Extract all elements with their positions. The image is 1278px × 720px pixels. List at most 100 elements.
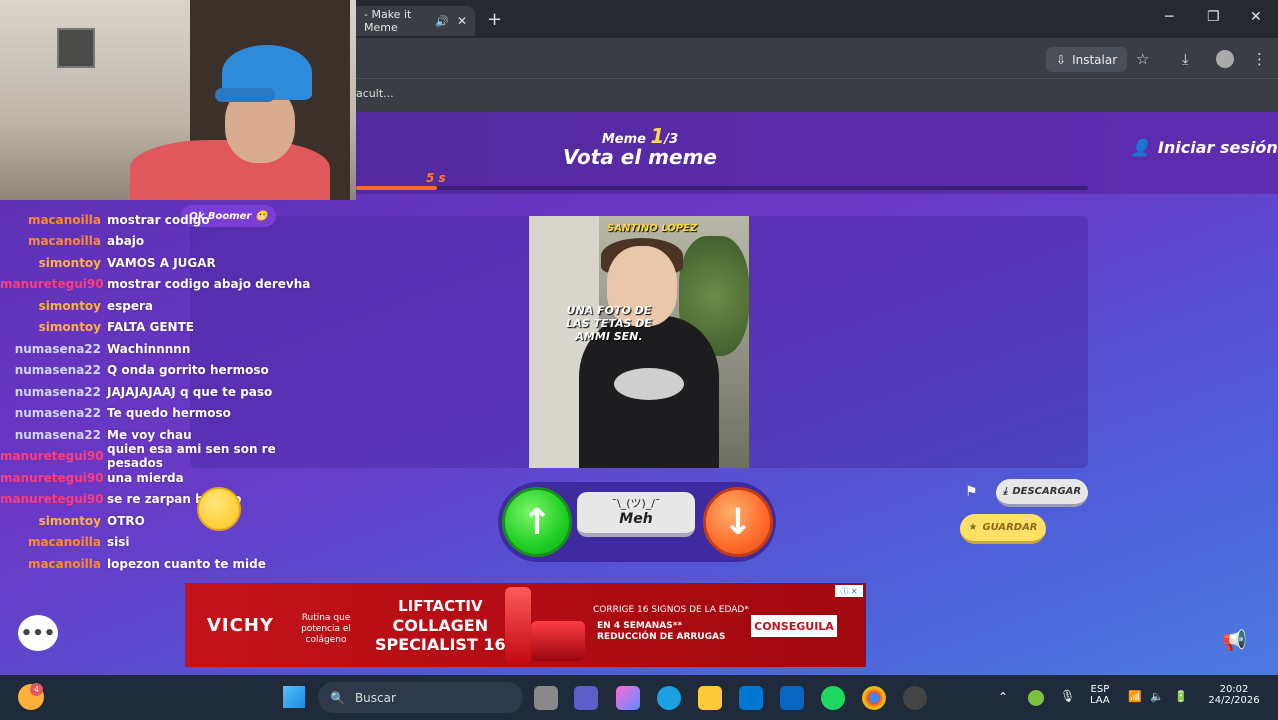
chat-line: simontoy VAMOS A JUGAR: [0, 252, 330, 274]
star-icon: ★: [968, 522, 978, 533]
chat-username: numasena22: [14, 384, 101, 399]
chat-username: macanoilla: [27, 556, 101, 571]
maximize-button[interactable]: ❐: [1207, 9, 1220, 25]
language-indicator[interactable]: ESP LAA: [1090, 684, 1110, 706]
timer-label: 5 s: [426, 171, 446, 185]
chat-username: simontoy: [38, 298, 101, 313]
save-button[interactable]: ★ GUARDAR: [960, 514, 1046, 544]
chat-username: macanoilla: [27, 234, 101, 249]
ad-info-icon[interactable]: ⓘ ✕: [835, 585, 863, 597]
meme-caption: UNA FOTO DE LAS TETAS DE AMMI SEN.: [566, 304, 652, 343]
progress-bar: [356, 186, 1088, 190]
search-label: Buscar: [354, 690, 396, 705]
chat-username: simontoy: [38, 255, 101, 270]
tab-title: - Make it Meme: [364, 8, 412, 34]
taskview-icon[interactable]: [534, 686, 558, 710]
menu-icon[interactable]: ⋮: [1252, 50, 1267, 68]
chat-message: Q onda gorrito hermoso: [107, 363, 269, 378]
download-label: DESCARGAR: [1012, 486, 1082, 497]
download-button[interactable]: ⤓ DESCARGAR: [996, 479, 1088, 507]
upvote-button[interactable]: ↑: [502, 487, 572, 557]
chat-line: simontoy OTRO: [0, 510, 330, 532]
copilot-icon[interactable]: [616, 686, 640, 710]
profile-icon[interactable]: [1216, 50, 1234, 68]
ad-banner[interactable]: VICHY Rutina que potencia el colágeno LI…: [185, 583, 866, 667]
chat-line: numasena22 JAJAJAJAAJ q que te paso: [0, 381, 330, 403]
webcam-overlay: [0, 0, 356, 200]
login-button[interactable]: 👤 Iniciar sesión: [1130, 138, 1278, 157]
chat-message: abajo: [107, 234, 145, 249]
chat-line: numasena22 Te quedo hermoso: [0, 403, 330, 425]
close-window-button[interactable]: ✕: [1250, 9, 1262, 25]
meh-button[interactable]: ¯\_(ツ)_/¯ Meh: [577, 492, 695, 537]
arrow-down-icon: ↓: [722, 501, 754, 543]
clock[interactable]: 20:02 24/2/2026: [1206, 684, 1262, 706]
download-icon[interactable]: ⤓: [1182, 50, 1189, 68]
ad-cta-button[interactable]: CONSEGUILA: [751, 615, 837, 637]
emoji-icon: [197, 487, 241, 531]
chat-username: simontoy: [38, 320, 101, 335]
chrome-icon[interactable]: [862, 686, 886, 710]
chat-message: mostrar codigo abajo derevha: [107, 277, 311, 292]
chat-message: una mierda: [107, 470, 184, 485]
chat-line: macanoilla lopezon cuanto te mide: [0, 553, 330, 575]
meme-caption-name: SANTINO LOPEZ: [607, 223, 698, 234]
edge-icon[interactable]: [657, 686, 681, 710]
speaker-icon[interactable]: 🔊: [435, 15, 449, 28]
install-button[interactable]: ⇩ Instalar: [1046, 47, 1128, 72]
chat-username: macanoilla: [27, 535, 101, 550]
search-icon: 🔍: [330, 690, 345, 705]
minimize-button[interactable]: ─: [1165, 9, 1173, 25]
downvote-button[interactable]: ↓: [703, 487, 773, 557]
chat-username: manuretegui90: [0, 470, 104, 485]
download-icon: ⤓: [1002, 486, 1008, 497]
new-tab-button[interactable]: +: [487, 9, 502, 30]
chat-line: manuretegui90 se re zarpan boludo: [0, 489, 330, 511]
chat-message: espera: [107, 298, 154, 313]
ad-product: LIFTACTIV COLLAGEN SPECIALIST 16: [375, 597, 506, 654]
meh-label: Meh: [619, 511, 653, 527]
progress-fill: [356, 186, 437, 190]
megaphone-icon[interactable]: 📢: [1222, 628, 1247, 652]
chat-message: quien esa ami sen son re pesados: [107, 442, 276, 471]
chat-username: numasena22: [14, 341, 101, 356]
chat-line: numasena22 Wachinnnnn: [0, 338, 330, 360]
chat-icon[interactable]: •••: [18, 615, 58, 651]
chat-line: manuretegui90 mostrar codigo abajo derevh…: [0, 274, 330, 296]
chat-line: macanoilla mostrar codigo: [0, 209, 330, 231]
teams-icon[interactable]: [574, 686, 598, 710]
browser-tab[interactable]: - Make it Meme 🔊 ✕: [350, 6, 475, 36]
chat-username: manuretegui90: [0, 492, 104, 507]
chat-line: numasena22 Q onda gorrito hermoso: [0, 360, 330, 382]
chat-message: mostrar codigo: [107, 212, 210, 227]
ad-tagline: Rutina que potencia el colágeno: [301, 613, 351, 645]
spotify-icon[interactable]: [821, 686, 845, 710]
windows-icon[interactable]: [283, 686, 305, 708]
chat-line: simontoy FALTA GENTE: [0, 317, 330, 339]
meme-image: SANTINO LOPEZ UNA FOTO DE LAS TETAS DE A…: [529, 216, 749, 468]
flag-icon[interactable]: ⚑: [965, 484, 978, 500]
chat-message: sisi: [107, 535, 130, 550]
notification-badge: 4: [30, 683, 43, 696]
login-label: Iniciar sesión: [1157, 138, 1278, 157]
ad-jar-image: [531, 621, 585, 661]
tab-close-icon[interactable]: ✕: [457, 14, 467, 28]
star-icon[interactable]: ☆: [1136, 50, 1149, 68]
chat-username: simontoy: [38, 513, 101, 528]
microphone-icon[interactable]: 🎙: [1060, 689, 1075, 703]
outlook-icon[interactable]: [780, 686, 804, 710]
taskbar-search[interactable]: 🔍 Buscar: [318, 682, 523, 713]
arrow-up-icon: ↑: [521, 501, 553, 543]
volume-icon[interactable]: 🔈: [1150, 690, 1164, 703]
chat-username: macanoilla: [27, 212, 101, 227]
battery-icon[interactable]: 🔋: [1174, 690, 1188, 703]
folder-icon[interactable]: [698, 686, 722, 710]
store-icon[interactable]: [739, 686, 763, 710]
wifi-icon[interactable]: 📶: [1128, 690, 1142, 703]
bookmark-item[interactable]: acult...: [356, 87, 394, 100]
obs-icon[interactable]: [903, 686, 927, 710]
app-tray-icon[interactable]: [1028, 690, 1044, 706]
ad-weeks: EN 4 SEMANAS** REDUCCIÓN DE ARRUGAS: [597, 621, 726, 642]
chat-line: macanoilla abajo: [0, 231, 330, 253]
chevron-up-icon[interactable]: ⌃: [998, 690, 1008, 704]
